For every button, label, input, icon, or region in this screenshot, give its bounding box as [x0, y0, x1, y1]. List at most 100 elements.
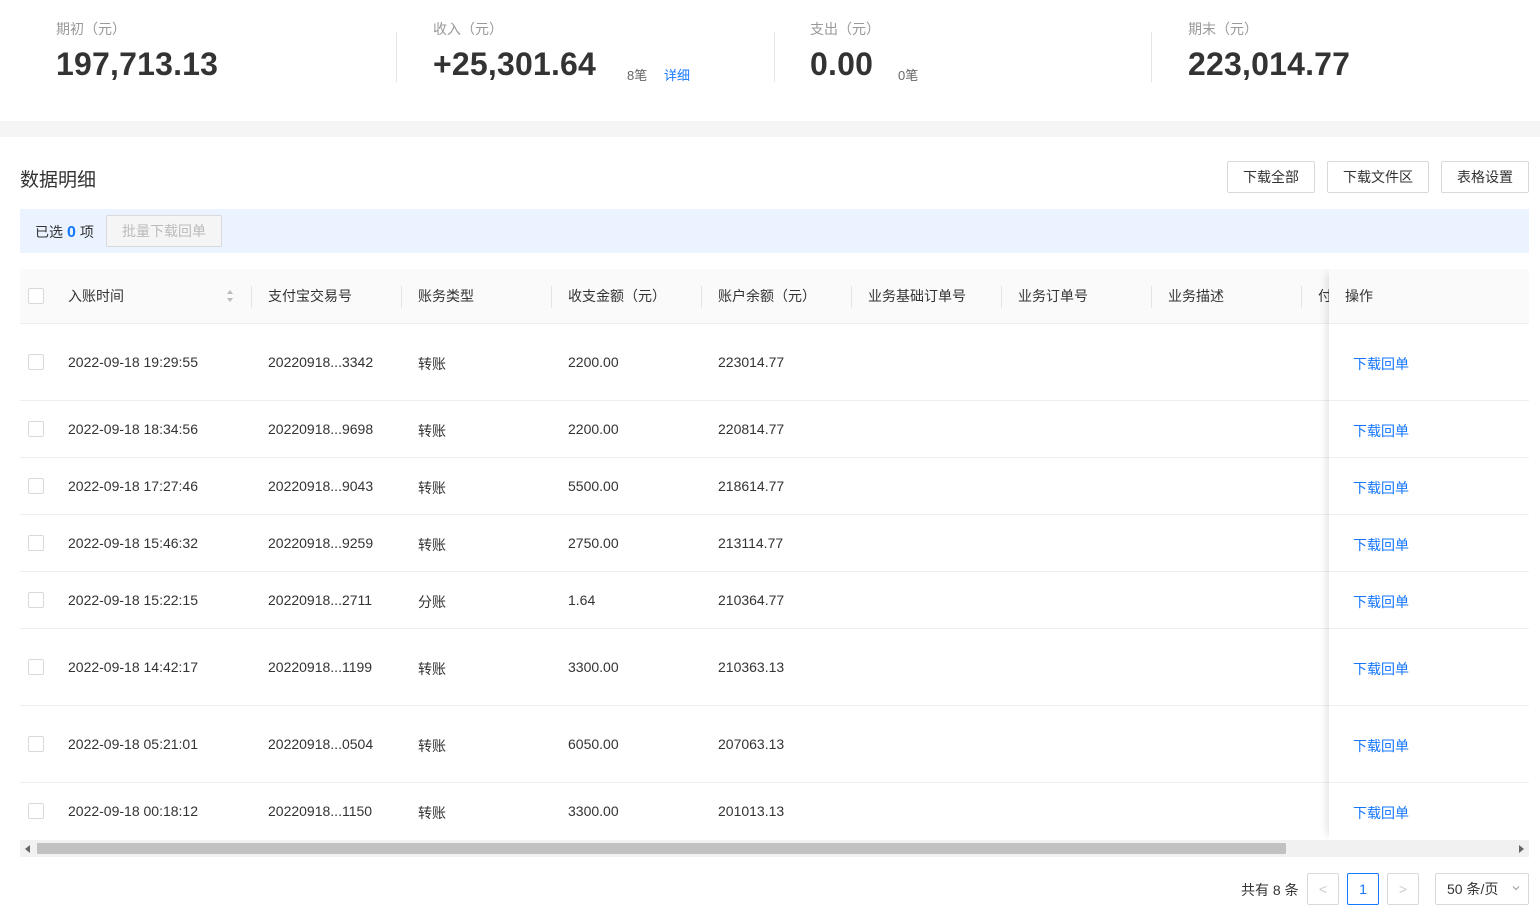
divider	[1151, 32, 1152, 82]
cell-type: 转账	[418, 738, 446, 754]
section-gap	[0, 121, 1540, 137]
download-receipt-link[interactable]: 下载回单	[1353, 592, 1409, 612]
next-page-button[interactable]: >	[1387, 873, 1419, 905]
download-receipt-link[interactable]: 下载回单	[1353, 803, 1409, 823]
cell-amount: 2200.00	[568, 354, 619, 370]
selection-info: 已选 0 项	[35, 222, 94, 242]
row-checkbox[interactable]	[28, 535, 44, 551]
row-checkbox[interactable]	[28, 354, 44, 370]
table-row: 2022-09-18 15:22:15 20220918...2711 分账 1…	[20, 572, 1529, 629]
download-receipt-link[interactable]: 下载回单	[1353, 659, 1409, 679]
page-size-value: 50 条/页	[1447, 881, 1499, 897]
cell-time: 2022-09-18 18:34:56	[68, 421, 198, 437]
col-action: 操作	[1345, 288, 1373, 304]
cell-time: 2022-09-18 00:18:12	[68, 803, 198, 819]
col-amount: 收支金额（元）	[568, 288, 666, 304]
data-table: 入账时间 支付宝交易号 账务类型 收支金额（元） 账户余额（元） 业务基础订单号…	[20, 269, 1529, 839]
cell-time: 2022-09-18 17:27:46	[68, 478, 198, 494]
row-checkbox[interactable]	[28, 592, 44, 608]
selection-prefix: 已选	[35, 224, 63, 240]
cell-trade-no: 20220918...9043	[268, 478, 374, 494]
page-size-select[interactable]: 50 条/页	[1435, 873, 1529, 905]
row-checkbox[interactable]	[28, 803, 44, 819]
section-title: 数据明细	[20, 170, 97, 191]
col-separator	[851, 286, 852, 308]
cell-type: 转账	[418, 661, 446, 677]
sort-icon[interactable]	[226, 289, 234, 303]
action-cell: 下载回单	[1329, 401, 1529, 458]
cell-trade-no: 20220918...2711	[268, 592, 373, 608]
download-receipt-link[interactable]: 下载回单	[1353, 354, 1409, 374]
horizontal-scrollbar[interactable]	[20, 840, 1529, 857]
select-all-checkbox[interactable]	[28, 288, 44, 304]
batch-download-button[interactable]: 批量下载回单	[106, 215, 222, 247]
cell-amount: 2750.00	[568, 535, 619, 551]
table-row: 2022-09-18 00:18:12 20220918...1150 转账 3…	[20, 783, 1529, 839]
expense-count: 0笔	[898, 68, 919, 83]
closing-value: 223,014.77	[1188, 46, 1351, 82]
table-header: 入账时间 支付宝交易号 账务类型 收支金额（元） 账户余额（元） 业务基础订单号…	[20, 269, 1529, 324]
col-type: 账务类型	[418, 288, 474, 304]
selection-suffix: 项	[79, 224, 94, 240]
fixed-action-column: 操作 下载回单 下载回单 下载回单 下载回单 下载回单 下载回单 下载回单 下载…	[1329, 269, 1529, 839]
download-receipt-link[interactable]: 下载回单	[1353, 478, 1409, 498]
col-separator	[701, 286, 702, 308]
scroll-right-icon[interactable]	[1519, 845, 1524, 853]
download-all-button[interactable]: 下载全部	[1227, 161, 1315, 193]
action-cell: 下载回单	[1329, 706, 1529, 783]
cell-time: 2022-09-18 14:42:17	[68, 659, 198, 675]
scroll-left-icon[interactable]	[25, 845, 30, 853]
cell-amount: 6050.00	[568, 736, 619, 752]
income-label: 收入（元）	[433, 21, 503, 37]
col-time[interactable]: 入账时间	[68, 269, 124, 324]
cell-trade-no: 20220918...1199	[268, 659, 373, 675]
row-checkbox[interactable]	[28, 421, 44, 437]
cell-type: 转账	[418, 480, 446, 496]
download-receipt-link[interactable]: 下载回单	[1353, 736, 1409, 756]
download-receipt-link[interactable]: 下载回单	[1353, 535, 1409, 555]
download-area-button[interactable]: 下载文件区	[1327, 161, 1429, 193]
row-checkbox[interactable]	[28, 736, 44, 752]
table-settings-button[interactable]: 表格设置	[1441, 161, 1529, 193]
prev-page-button[interactable]: <	[1307, 873, 1339, 905]
cell-time: 2022-09-18 15:22:15	[68, 592, 198, 608]
chevron-left-icon: <	[1318, 881, 1328, 897]
cell-trade-no: 20220918...0504	[268, 736, 374, 752]
cell-trade-no: 20220918...3342	[268, 354, 374, 370]
cell-type: 分账	[418, 594, 446, 610]
action-cell: 下载回单	[1329, 572, 1529, 629]
col-separator	[401, 286, 402, 308]
cell-amount: 1.64	[568, 592, 596, 608]
col-desc: 业务描述	[1168, 288, 1224, 304]
chevron-down-icon	[1512, 886, 1520, 891]
table-row: 2022-09-18 18:34:56 20220918...9698 转账 2…	[20, 401, 1529, 458]
cell-time: 2022-09-18 19:29:55	[68, 354, 198, 370]
col-separator	[1301, 286, 1302, 308]
opening-label: 期初（元）	[56, 21, 126, 37]
income-count: 8笔	[627, 68, 648, 83]
download-receipt-link[interactable]: 下载回单	[1353, 421, 1409, 441]
cell-trade-no: 20220918...9259	[268, 535, 374, 551]
cell-balance: 213114.77	[718, 535, 784, 551]
col-separator	[1151, 286, 1152, 308]
table-row: 2022-09-18 17:27:46 20220918...9043 转账 5…	[20, 458, 1529, 515]
cell-amount: 3300.00	[568, 803, 619, 819]
opening-value: 197,713.13	[56, 46, 219, 82]
action-cell: 下载回单	[1329, 515, 1529, 572]
col-order: 业务订单号	[1018, 288, 1088, 304]
col-separator	[251, 286, 252, 308]
action-header: 操作	[1329, 269, 1529, 324]
table-row: 2022-09-18 05:21:01 20220918...0504 转账 6…	[20, 706, 1529, 783]
row-checkbox[interactable]	[28, 659, 44, 675]
cell-type: 转账	[418, 423, 446, 439]
page-number-button[interactable]: 1	[1347, 873, 1379, 905]
cell-trade-no: 20220918...1150	[268, 803, 373, 819]
income-detail-link[interactable]: 详细	[664, 65, 690, 84]
cell-balance: 210364.77	[718, 592, 785, 608]
col-separator	[1001, 286, 1002, 308]
scrollbar-thumb[interactable]	[37, 843, 1286, 854]
cell-balance: 201013.13	[718, 803, 785, 819]
cell-trade-no: 20220918...9698	[268, 421, 374, 437]
row-checkbox[interactable]	[28, 478, 44, 494]
divider	[774, 32, 775, 82]
